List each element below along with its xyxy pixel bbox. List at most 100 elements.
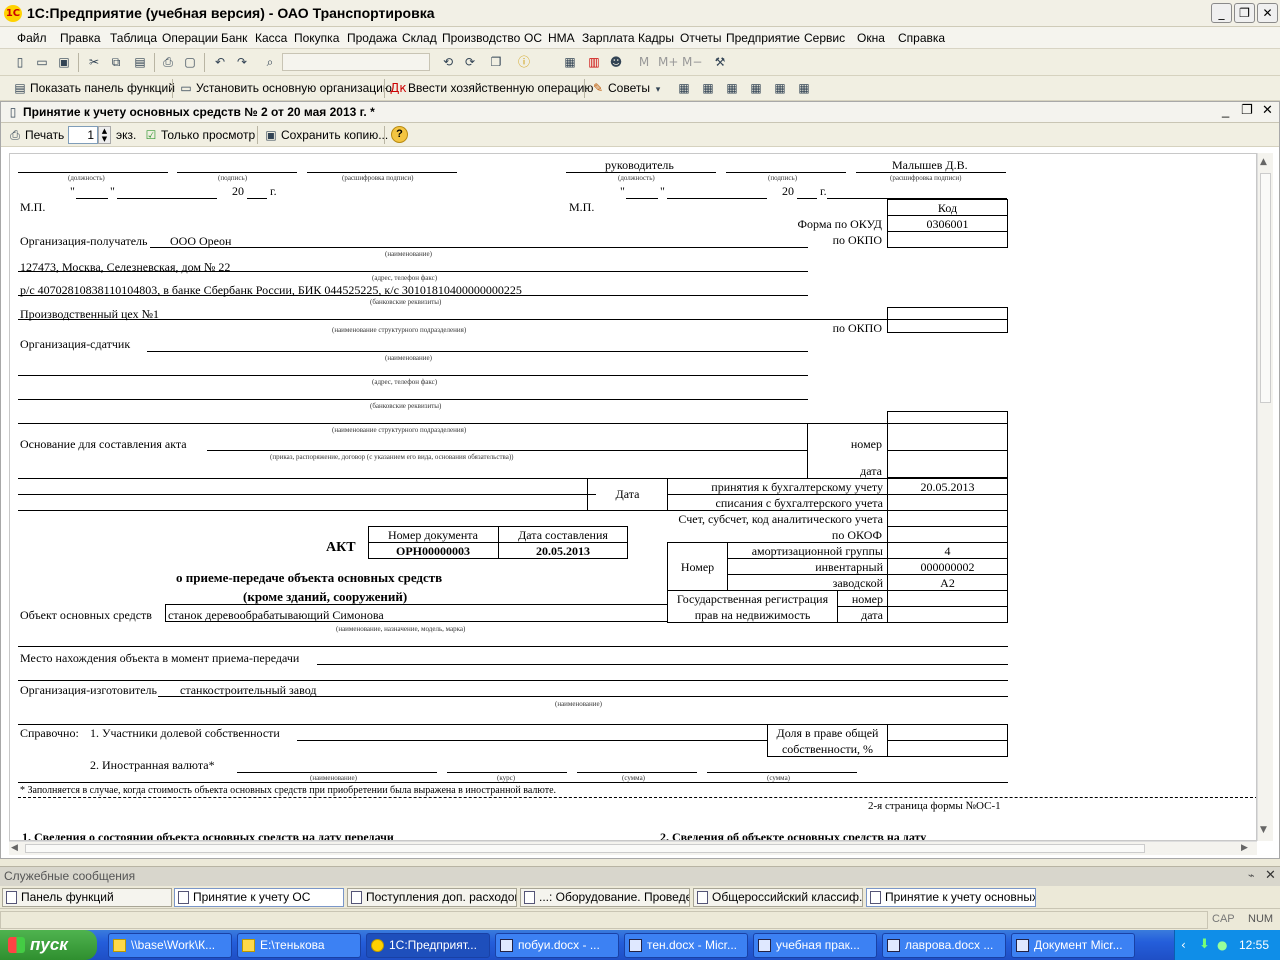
set-main-org-button[interactable]: Установить основную организацию — [196, 81, 392, 95]
menu-edit[interactable]: Правка — [60, 31, 101, 45]
tab-classifier[interactable]: Общероссийский классиф... — [693, 888, 863, 907]
new-icon[interactable]: ▯ — [12, 54, 28, 70]
paste-icon[interactable]: ▤ — [132, 54, 148, 70]
undo-icon[interactable]: ↶ — [212, 54, 228, 70]
task-word-pobui[interactable]: побуи.docx - ... — [495, 933, 619, 958]
menu-service[interactable]: Сервис — [804, 31, 845, 45]
task-folder-base[interactable]: \\base\Work\К... — [108, 933, 232, 958]
calendar-icon[interactable]: ▥ — [586, 54, 602, 70]
minimize-icon[interactable]: _ — [1211, 3, 1232, 23]
network-icon[interactable]: ⬇ — [1199, 930, 1210, 960]
search-icon[interactable]: ⌕ — [262, 54, 278, 70]
tab-extra-costs[interactable]: Поступления доп. расходов — [347, 888, 517, 907]
menu-nma[interactable]: НМА — [548, 31, 575, 45]
menu-os[interactable]: ОС — [524, 31, 542, 45]
menu-windows[interactable]: Окна — [857, 31, 885, 45]
task-word-ten[interactable]: тен.docx - Micr... — [624, 933, 748, 958]
tab-os-accept-print[interactable]: Принятие к учету основных... — [866, 888, 1036, 907]
task-word-lavrova[interactable]: лаврова.docx ... — [882, 933, 1006, 958]
menu-file[interactable]: Файл — [17, 31, 47, 45]
windows-icon[interactable]: ❐ — [488, 54, 504, 70]
menu-bank[interactable]: Банк — [221, 31, 247, 45]
menu-production[interactable]: Производство — [442, 31, 520, 45]
tools-icon[interactable]: ⚒ — [712, 54, 728, 70]
calculator-icon[interactable]: ▦ — [562, 54, 578, 70]
menu-help[interactable]: Справка — [898, 31, 945, 45]
memory-m-icon[interactable]: M — [636, 54, 652, 70]
doc-close-icon[interactable]: ✕ — [1262, 103, 1273, 118]
find-prev-icon[interactable]: ⟲ — [440, 54, 456, 70]
settings-icon[interactable]: ▦ — [796, 80, 812, 96]
vertical-scroll-thumb[interactable] — [1260, 173, 1271, 403]
menu-enterprise[interactable]: Предприятие — [726, 31, 800, 45]
task-1c[interactable]: 1С:Предприят... — [366, 933, 490, 958]
enter-operation-button[interactable]: Ввести хозяйственную операцию — [408, 81, 593, 95]
task-word-document[interactable]: Документ Micr... — [1011, 933, 1135, 958]
find-next-icon[interactable]: ⟳ — [462, 54, 478, 70]
preview-icon[interactable]: ▢ — [182, 54, 198, 70]
copy-icon[interactable]: ⧉ — [108, 54, 124, 70]
operation-icon[interactable]: Дк — [390, 80, 407, 96]
menu-purchase[interactable]: Покупка — [294, 31, 339, 45]
journal-icon[interactable]: ▦ — [676, 80, 692, 96]
chevron-down-icon[interactable]: ▾ — [650, 82, 666, 98]
view-only-label[interactable]: Только просмотр — [161, 128, 255, 142]
doc-restore-icon[interactable]: ❐ — [1241, 103, 1253, 118]
menu-cash[interactable]: Касса — [255, 31, 287, 45]
cut-icon[interactable]: ✂ — [86, 54, 102, 70]
pin-icon[interactable]: ⌁ — [1248, 869, 1255, 882]
tray-expand-icon[interactable]: ‹ — [1181, 930, 1186, 960]
menu-sale[interactable]: Продажа — [347, 31, 397, 45]
search-combo[interactable] — [282, 53, 430, 71]
print-button[interactable]: Печать — [25, 128, 64, 142]
close-icon[interactable]: ✕ — [1257, 3, 1278, 23]
documents-icon[interactable]: ▦ — [700, 80, 716, 96]
tips-button[interactable]: Советы — [608, 81, 650, 95]
tab-equipment[interactable]: ...: Оборудование. Проведен — [520, 888, 690, 907]
scroll-right-icon[interactable]: ▶ — [1241, 843, 1248, 853]
tab-functions-panel[interactable]: Панель функций — [2, 888, 172, 907]
open-icon[interactable]: ▭ — [34, 54, 50, 70]
users-icon[interactable]: ☻ — [608, 54, 624, 70]
memory-minus-icon[interactable]: M− — [682, 54, 702, 70]
info-icon[interactable]: ⓘ — [516, 54, 532, 70]
memory-plus-icon[interactable]: M+ — [658, 54, 678, 70]
task-word-practice[interactable]: учебная прак... — [753, 933, 877, 958]
vertical-scrollbar[interactable]: ▲ ▼ — [1257, 153, 1273, 841]
menu-table[interactable]: Таблица — [110, 31, 157, 45]
horizontal-scroll-thumb[interactable] — [25, 844, 1145, 853]
task-folder-tenkova[interactable]: E:\тенькова — [237, 933, 361, 958]
scroll-down-icon[interactable]: ▼ — [1260, 825, 1267, 835]
save-icon[interactable]: ▣ — [56, 54, 72, 70]
catalog-icon[interactable]: ▦ — [724, 80, 740, 96]
print-icon[interactable]: ⎙ — [7, 127, 23, 143]
menu-hr[interactable]: Кадры — [638, 31, 674, 45]
scroll-up-icon[interactable]: ▲ — [1260, 157, 1267, 167]
menu-operations[interactable]: Операции — [162, 31, 218, 45]
save-copy-button[interactable]: Сохранить копию... — [281, 128, 388, 142]
menu-reports[interactable]: Отчеты — [680, 31, 721, 45]
show-functions-panel-button[interactable]: Показать панель функций — [30, 81, 175, 95]
view-only-checkbox[interactable]: ☑ — [143, 127, 159, 143]
structure-icon[interactable]: ▦ — [772, 80, 788, 96]
scroll-left-icon[interactable]: ◀ — [11, 843, 18, 853]
status-icon[interactable]: ● — [1217, 930, 1227, 960]
save-icon[interactable]: ▣ — [263, 127, 279, 143]
copies-input[interactable]: 1 — [68, 126, 98, 144]
print-icon[interactable]: ⎙ — [160, 54, 176, 70]
tab-os-accept[interactable]: Принятие к учету ОС — [174, 888, 344, 907]
doc-minimize-icon[interactable]: _ — [1222, 103, 1229, 118]
service-close-icon[interactable]: ✕ — [1265, 868, 1276, 883]
report-icon[interactable]: ▦ — [748, 80, 764, 96]
restore-icon[interactable]: ❐ — [1234, 3, 1255, 23]
horizontal-scrollbar[interactable]: ◀ ▶ — [9, 841, 1257, 855]
menu-salary[interactable]: Зарплата — [582, 31, 635, 45]
redo-icon[interactable]: ↷ — [234, 54, 250, 70]
panel-icon[interactable]: ▤ — [12, 80, 28, 96]
start-button[interactable]: пуск — [0, 930, 97, 960]
menu-warehouse[interactable]: Склад — [402, 31, 437, 45]
organization-icon[interactable]: ▭ — [178, 80, 194, 96]
copies-stepper[interactable]: ▲ ▼ — [98, 126, 111, 144]
tips-icon[interactable]: ✎ — [590, 80, 606, 96]
help-icon[interactable]: ? — [391, 126, 408, 143]
